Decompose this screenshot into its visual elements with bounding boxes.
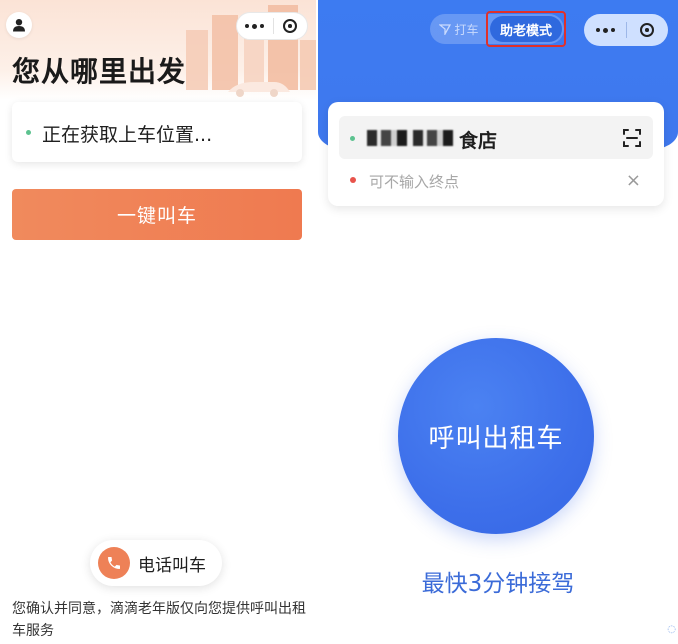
pickup-dot <box>26 130 31 135</box>
more-button[interactable] <box>237 13 273 39</box>
close-mini-program-button[interactable] <box>273 13 307 39</box>
phone-call-button[interactable]: 电话叫车 <box>90 540 222 586</box>
phone-icon-badge <box>98 547 130 579</box>
right-screen: 打车 助老模式 食店 可不输入终点 × 呼叫出租车 最快3分钟接驾 ◌ <box>318 0 678 644</box>
pickup-eta-text: 最快3分钟接驾 <box>421 571 575 597</box>
start-location-text: 食店 <box>459 130 498 152</box>
profile-button[interactable] <box>6 12 32 38</box>
more-dots-icon <box>595 27 615 33</box>
call-taxi-button[interactable]: 呼叫出租车 <box>398 338 594 534</box>
user-icon <box>13 19 25 32</box>
start-dot <box>350 136 355 141</box>
pickup-card[interactable]: 正在获取上车位置... <box>12 102 302 162</box>
edge-glyph: ◌ <box>667 624 676 635</box>
one-tap-call-button[interactable]: 一键叫车 <box>12 189 302 240</box>
route-card: 食店 可不输入终点 × <box>328 102 664 206</box>
page-title: 您从哪里出发 <box>12 55 187 88</box>
tab-hail-label: 打车 <box>454 22 479 37</box>
start-location-field[interactable]: 食店 <box>339 116 653 159</box>
destination-dot <box>350 177 356 183</box>
target-circle-icon <box>640 23 654 37</box>
redacted-address <box>367 130 455 146</box>
destination-placeholder: 可不输入终点 <box>369 173 460 191</box>
phone-icon <box>108 557 120 569</box>
left-screen: 您从哪里出发 正在获取上车位置... 一键叫车 电话叫车 您确认并同意，滴滴老年… <box>0 0 316 644</box>
send-icon <box>439 24 452 35</box>
mode-tabs: 打车 助老模式 <box>430 11 566 47</box>
tab-elder-mode[interactable]: 助老模式 <box>486 11 566 47</box>
more-button-right[interactable] <box>584 14 626 46</box>
close-mini-program-button-right[interactable] <box>627 14 667 46</box>
close-icon[interactable]: × <box>626 170 641 191</box>
destination-field[interactable]: 可不输入终点 × <box>339 168 653 196</box>
target-circle-icon <box>283 19 298 33</box>
phone-call-label: 电话叫车 <box>138 555 206 576</box>
disclaimer-text: 您确认并同意，滴滴老年版仅向您提供呼叫出租车服务 <box>12 601 306 639</box>
mini-program-capsule-right <box>584 14 668 46</box>
scan-icon[interactable] <box>622 128 642 148</box>
mini-program-capsule <box>236 12 308 40</box>
tab-hail[interactable]: 打车 <box>430 21 488 38</box>
more-dots-icon <box>245 23 265 29</box>
tab-elder-mode-label: 助老模式 <box>499 23 552 39</box>
pickup-status-text: 正在获取上车位置... <box>42 124 213 146</box>
